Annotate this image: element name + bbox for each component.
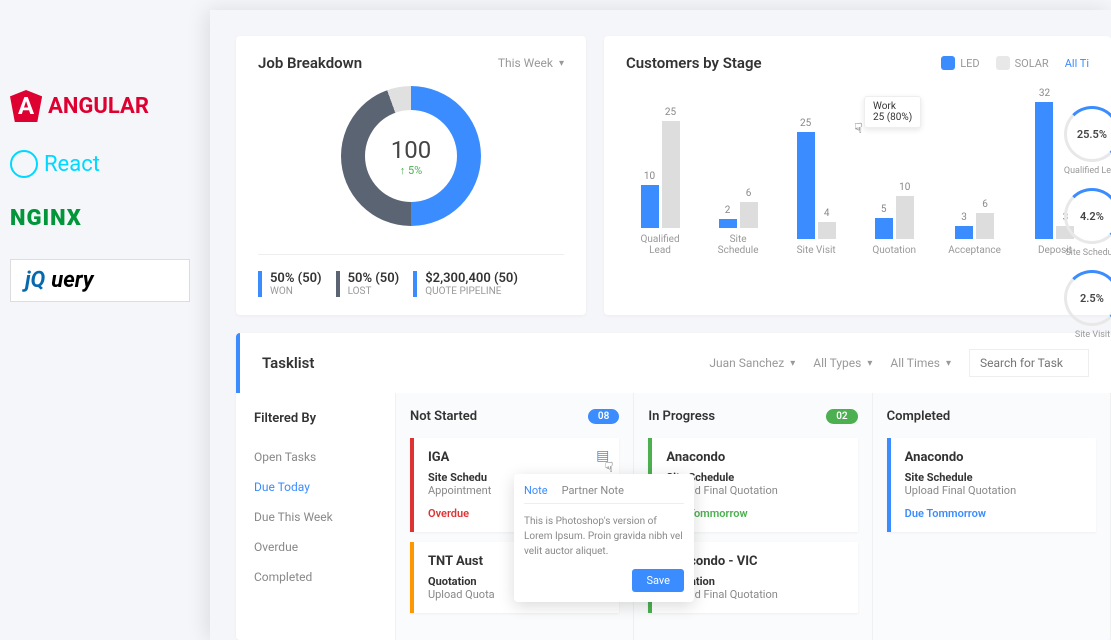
angular-logo: AANGULAR: [10, 90, 190, 122]
task-stage: Site Schedule: [905, 471, 1082, 484]
filter-title: Filtered By: [254, 411, 377, 426]
customers-title: Customers by Stage: [626, 54, 762, 72]
filter-sidebar: Filtered By Open TasksDue TodayDue This …: [236, 393, 396, 640]
task-card[interactable]: ▤ IGA Site Schedu Appointment Overdue No…: [410, 438, 619, 532]
note-tab[interactable]: Note: [524, 484, 548, 497]
task-name: Anacondo: [666, 450, 843, 465]
column-title: Not Started: [410, 409, 477, 424]
filter-due-this-week[interactable]: Due This Week: [254, 502, 377, 532]
gauge: 4.2%Site Schedule: [1064, 188, 1111, 258]
column-badge: 08: [588, 409, 619, 424]
stat-lost: 50% (50)LOST: [336, 271, 400, 297]
react-logo: React: [10, 150, 190, 178]
stat-won: 50% (50)WON: [258, 271, 322, 297]
job-breakdown-card: Job Breakdown This Week 100 ↑ 5% 50% (50…: [236, 36, 586, 315]
column-completed: Completed Anacondo Site Schedule Upload …: [873, 393, 1111, 640]
column-title: Completed: [887, 409, 951, 424]
jquery-logo: jQuery: [10, 259, 190, 302]
job-breakdown-title: Job Breakdown: [258, 54, 362, 72]
filter-overdue[interactable]: Overdue: [254, 532, 377, 562]
filter-completed[interactable]: Completed: [254, 562, 377, 592]
bar-tooltip: Work 25 (80%): [864, 96, 921, 128]
tasklist-card: Tasklist Juan Sanchez All Types All Time…: [236, 333, 1111, 640]
legend-solar[interactable]: SOLAR: [996, 56, 1049, 70]
task-due: Due Tommorrow: [905, 507, 1082, 520]
bar-group[interactable]: 25 4 Site Visit: [792, 89, 840, 256]
cursor-icon: ☟: [854, 121, 863, 137]
times-dropdown[interactable]: All Times: [890, 356, 951, 370]
types-dropdown[interactable]: All Types: [813, 356, 872, 370]
bar-group[interactable]: 2 6 Site Schedule: [714, 78, 762, 256]
legend-led[interactable]: LED: [941, 56, 979, 70]
note-popover: Note Partner Note This is Photoshop's ve…: [514, 474, 694, 602]
bar-group[interactable]: 3 6 Acceptance: [948, 89, 1001, 256]
column-title: In Progress: [648, 409, 715, 424]
task-name: IGA: [428, 450, 605, 465]
legend-all-time[interactable]: All Ti: [1065, 57, 1089, 70]
column-not-started: Not Started 08 ▤ IGA Site Schedu Appointm…: [396, 393, 634, 640]
tech-logos: AANGULAR React NGINX jQuery: [10, 90, 190, 302]
tasklist-title: Tasklist: [262, 354, 314, 372]
donut-delta: ↑ 5%: [400, 164, 422, 177]
note-body: This is Photoshop's version of Lorem Ips…: [524, 514, 684, 559]
task-desc: Upload Final Quotation: [905, 484, 1082, 497]
filter-open-tasks[interactable]: Open Tasks: [254, 442, 377, 472]
task-name: Anacondo: [905, 450, 1082, 465]
period-dropdown[interactable]: This Week: [498, 56, 564, 70]
donut-value: 100: [391, 136, 431, 164]
gauge: 25.5%Qualified Lead: [1064, 106, 1111, 176]
task-search-input[interactable]: [969, 349, 1089, 377]
partner-note-tab[interactable]: Partner Note: [562, 484, 624, 497]
stat-quote-pipeline: $2,300,400 (50)QUOTE PIPELINE: [413, 271, 518, 297]
nginx-logo: NGINX: [10, 206, 190, 231]
save-button[interactable]: Save: [632, 569, 684, 592]
customers-stage-card: Customers by Stage LED SOLAR All Ti 10 2…: [604, 36, 1111, 315]
user-dropdown[interactable]: Juan Sanchez: [709, 356, 795, 370]
dashboard: Job Breakdown This Week 100 ↑ 5% 50% (50…: [210, 10, 1111, 640]
task-card[interactable]: Anacondo Site Schedule Upload Final Quot…: [887, 438, 1096, 532]
filter-due-today[interactable]: Due Today: [254, 472, 377, 502]
column-badge: 02: [826, 409, 857, 424]
donut-chart: 100 ↑ 5%: [341, 86, 481, 226]
bar-group[interactable]: 10 25 Qualified Lead: [636, 78, 684, 256]
gauge: 2.5%Site Visit: [1064, 270, 1111, 340]
